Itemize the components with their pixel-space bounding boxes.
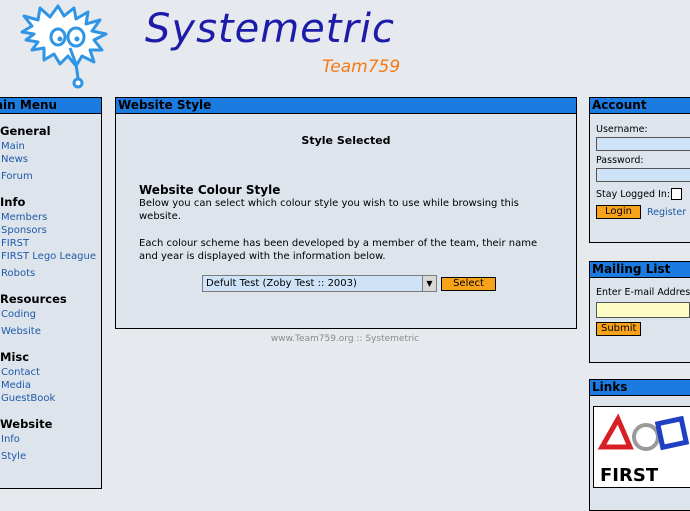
menu-link-first[interactable]: FIRST [1, 237, 101, 250]
website-style-title: Website Style [116, 98, 576, 114]
first-logo-link[interactable]: FIRST [593, 406, 690, 488]
menu-heading: General [0, 124, 51, 138]
menu-heading: Website [0, 417, 53, 431]
mailing-list-panel: Mailing List Enter E-mail Address Submit [589, 261, 690, 363]
status-message: Style Selected [301, 134, 391, 147]
password-label: Password: [596, 155, 644, 166]
description-text: Below you can select which colour style … [139, 198, 519, 222]
style-select[interactable]: Defult Test (Zoby Test :: 2003) ▼ [202, 275, 437, 292]
team-label: Team759 [322, 57, 401, 77]
menu-link-contact[interactable]: Contact [1, 366, 101, 379]
stay-logged-in-label: Stay Logged In: [596, 188, 671, 200]
menu-link-sponsors[interactable]: Sponsors [1, 224, 101, 237]
username-input[interactable] [596, 137, 690, 151]
email-field[interactable] [596, 302, 690, 318]
links-title: Links [590, 380, 690, 396]
menu-link-main[interactable]: Main [1, 140, 101, 153]
stay-logged-in-row: Stay Logged In: [596, 188, 690, 200]
menu-heading: Resources [0, 292, 67, 306]
first-logo-text: FIRST [600, 465, 659, 486]
footer-text: www.Team759.org :: Systemetric [270, 334, 420, 344]
menu-section-general: General Main News Forum [0, 124, 101, 183]
colour-style-heading: Website Colour Style [139, 183, 281, 197]
account-panel: Account Username: Password: Stay Logged … [589, 97, 690, 243]
site-header: Systemetric Team759 [0, 0, 690, 95]
menu-section-resources: Resources Coding Website [0, 292, 101, 338]
description-text: Each colour scheme has been developed by… [139, 238, 538, 262]
main-menu-title: Main Menu [0, 98, 101, 114]
mailing-list-title: Mailing List [590, 262, 690, 278]
menu-link-robots[interactable]: Robots [1, 267, 101, 280]
select-button[interactable]: Select [441, 276, 496, 291]
register-link[interactable]: Register [647, 207, 686, 218]
menu-link-forum[interactable]: Forum [1, 170, 101, 183]
login-button[interactable]: Login [596, 205, 641, 219]
style-select-value: Defult Test (Zoby Test :: 2003) [206, 278, 357, 289]
login-row: Login Register [596, 205, 690, 219]
stay-logged-in-checkbox[interactable] [671, 188, 683, 200]
menu-section-info: Info Members Sponsors FIRST FIRST Lego L… [0, 195, 101, 280]
menu-link-website[interactable]: Website [1, 325, 101, 338]
account-title: Account [590, 98, 690, 114]
chevron-down-icon[interactable]: ▼ [422, 276, 436, 291]
menu-link-coding[interactable]: Coding [1, 308, 101, 321]
website-style-panel: Website Style Style Selected Website Col… [115, 97, 577, 329]
menu-heading: Info [0, 195, 26, 209]
menu-link-info[interactable]: Info [1, 433, 101, 446]
menu-link-fll[interactable]: FIRST Lego League [1, 250, 101, 263]
menu-section-misc: Misc Contact Media GuestBook [0, 350, 101, 405]
menu-link-news[interactable]: News [1, 153, 101, 166]
links-panel: Links FIRST [589, 379, 690, 511]
password-input[interactable] [596, 168, 690, 182]
username-label: Username: [596, 124, 648, 135]
main-menu-panel: Main Menu General Main News Forum Info M… [0, 97, 102, 489]
menu-link-media[interactable]: Media [1, 379, 101, 392]
email-label: Enter E-mail Address [596, 287, 690, 298]
menu-link-guestbook[interactable]: GuestBook [1, 392, 101, 405]
menu-link-style[interactable]: Style [1, 450, 101, 463]
submit-button[interactable]: Submit [596, 322, 642, 336]
brain-mascot-icon [20, 4, 108, 89]
menu-section-website: Website Info Style [0, 417, 101, 463]
style-select-row: Defult Test (Zoby Test :: 2003) ▼ Select [116, 275, 576, 292]
first-logo-icon: FIRST [597, 413, 690, 486]
menu-link-members[interactable]: Members [1, 211, 101, 224]
menu-heading: Misc [0, 350, 30, 364]
site-title: Systemetric [145, 6, 396, 52]
